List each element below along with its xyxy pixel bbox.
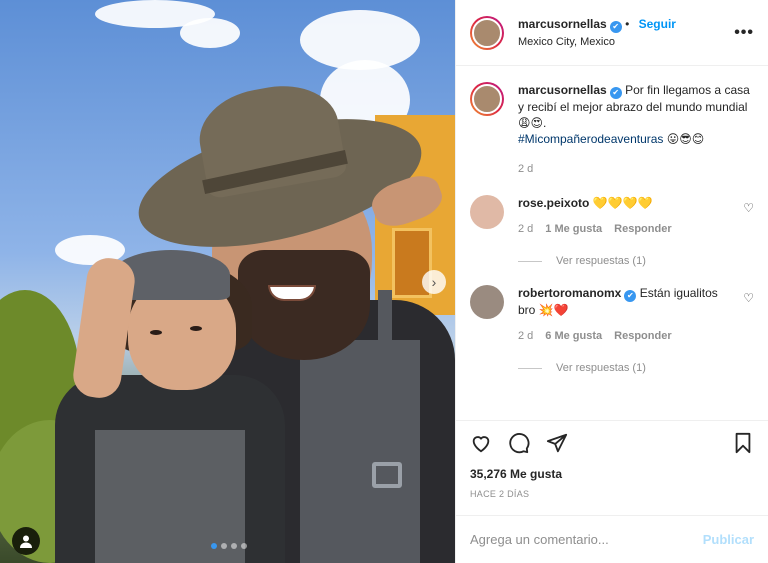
- share-icon[interactable]: [546, 432, 568, 454]
- user-tag-icon[interactable]: [12, 527, 40, 555]
- post-photo[interactable]: ›: [0, 0, 455, 563]
- comment-composer: Publicar: [456, 515, 768, 563]
- apron-strap: [378, 290, 392, 540]
- man-beard: [238, 250, 370, 360]
- verified-icon: ✔: [609, 87, 622, 99]
- post-header: marcusornellas ✔ • Seguir Mexico City, Me…: [456, 0, 768, 66]
- carousel-dot: [231, 543, 237, 549]
- verified-icon: ✔: [609, 21, 622, 33]
- carousel-dot: [221, 543, 227, 549]
- view-replies-button[interactable]: Ver respuestas (1): [518, 362, 754, 374]
- comment-likes[interactable]: 6 Me gusta: [545, 328, 602, 344]
- man-apron: [300, 340, 420, 563]
- post-panel: marcusornellas ✔ • Seguir Mexico City, Me…: [455, 0, 768, 563]
- post-actions: 35,276 Me gusta HACE 2 DÍAS: [456, 420, 768, 515]
- avatar[interactable]: [470, 82, 504, 116]
- reply-button[interactable]: Responder: [614, 328, 671, 344]
- view-replies-label: Ver respuestas (1): [556, 255, 646, 267]
- avatar[interactable]: [470, 195, 504, 229]
- author-username[interactable]: marcusornellas: [518, 17, 607, 31]
- cloud: [180, 18, 240, 48]
- caption-age: 2 d: [518, 163, 534, 175]
- eye: [190, 326, 202, 331]
- author-username[interactable]: marcusornellas: [518, 83, 607, 97]
- comment-emojis: 💥❤️: [538, 303, 569, 317]
- comment-emojis: 💛💛💛💛: [592, 196, 653, 210]
- comment-input[interactable]: [470, 532, 703, 547]
- post-date: HACE 2 DÍAS: [470, 489, 530, 499]
- comment-icon[interactable]: [508, 432, 530, 454]
- comment-username[interactable]: rose.peixoto: [518, 196, 589, 210]
- comment-username[interactable]: robertoromanomx: [518, 286, 621, 300]
- comments-list[interactable]: marcusornellas ✔ Por fin llegamos a casa …: [456, 66, 768, 420]
- apron-buckle: [372, 462, 402, 488]
- view-replies-button[interactable]: Ver respuestas (1): [518, 255, 754, 267]
- more-icon[interactable]: •••: [734, 24, 754, 42]
- carousel-dot: [241, 543, 247, 549]
- hashtag-link[interactable]: #Micompañerodeaventuras: [518, 132, 663, 146]
- carousel-dots: [211, 543, 247, 549]
- bookmark-icon[interactable]: [732, 432, 754, 454]
- carousel-dot: [211, 543, 217, 549]
- reply-button[interactable]: Responder: [614, 221, 671, 237]
- hashtag-emojis: 😛😎😊: [666, 132, 705, 146]
- comment-age: 2 d: [518, 223, 534, 235]
- caption-emojis: 😩😍.: [518, 116, 547, 130]
- like-count[interactable]: 35,276 Me gusta: [470, 467, 754, 481]
- publish-button[interactable]: Publicar: [703, 532, 754, 547]
- heart-icon[interactable]: ♡: [743, 201, 754, 215]
- chevron-right-icon[interactable]: ›: [422, 270, 446, 294]
- divider: [518, 260, 542, 262]
- view-replies-label: Ver respuestas (1): [556, 362, 646, 374]
- follow-button[interactable]: Seguir: [639, 17, 676, 31]
- heart-icon[interactable]: ♡: [743, 291, 754, 305]
- comment-likes[interactable]: 1 Me gusta: [545, 221, 602, 237]
- comment: robertoromanomx ✔ Están igualitos bro 💥❤️…: [470, 285, 754, 344]
- post-location[interactable]: Mexico City, Mexico: [518, 36, 734, 48]
- separator: •: [625, 17, 633, 31]
- avatar[interactable]: [470, 15, 504, 50]
- caption: marcusornellas ✔ Por fin llegamos a casa …: [470, 82, 754, 177]
- divider: [518, 367, 542, 369]
- eye: [150, 330, 162, 335]
- verified-icon: ✔: [624, 290, 637, 302]
- comment: rose.peixoto 💛💛💛💛 2 d 1 Me gusta Respond…: [470, 195, 754, 237]
- comment-age: 2 d: [518, 330, 534, 342]
- heart-icon[interactable]: [470, 432, 492, 454]
- avatar[interactable]: [470, 285, 504, 319]
